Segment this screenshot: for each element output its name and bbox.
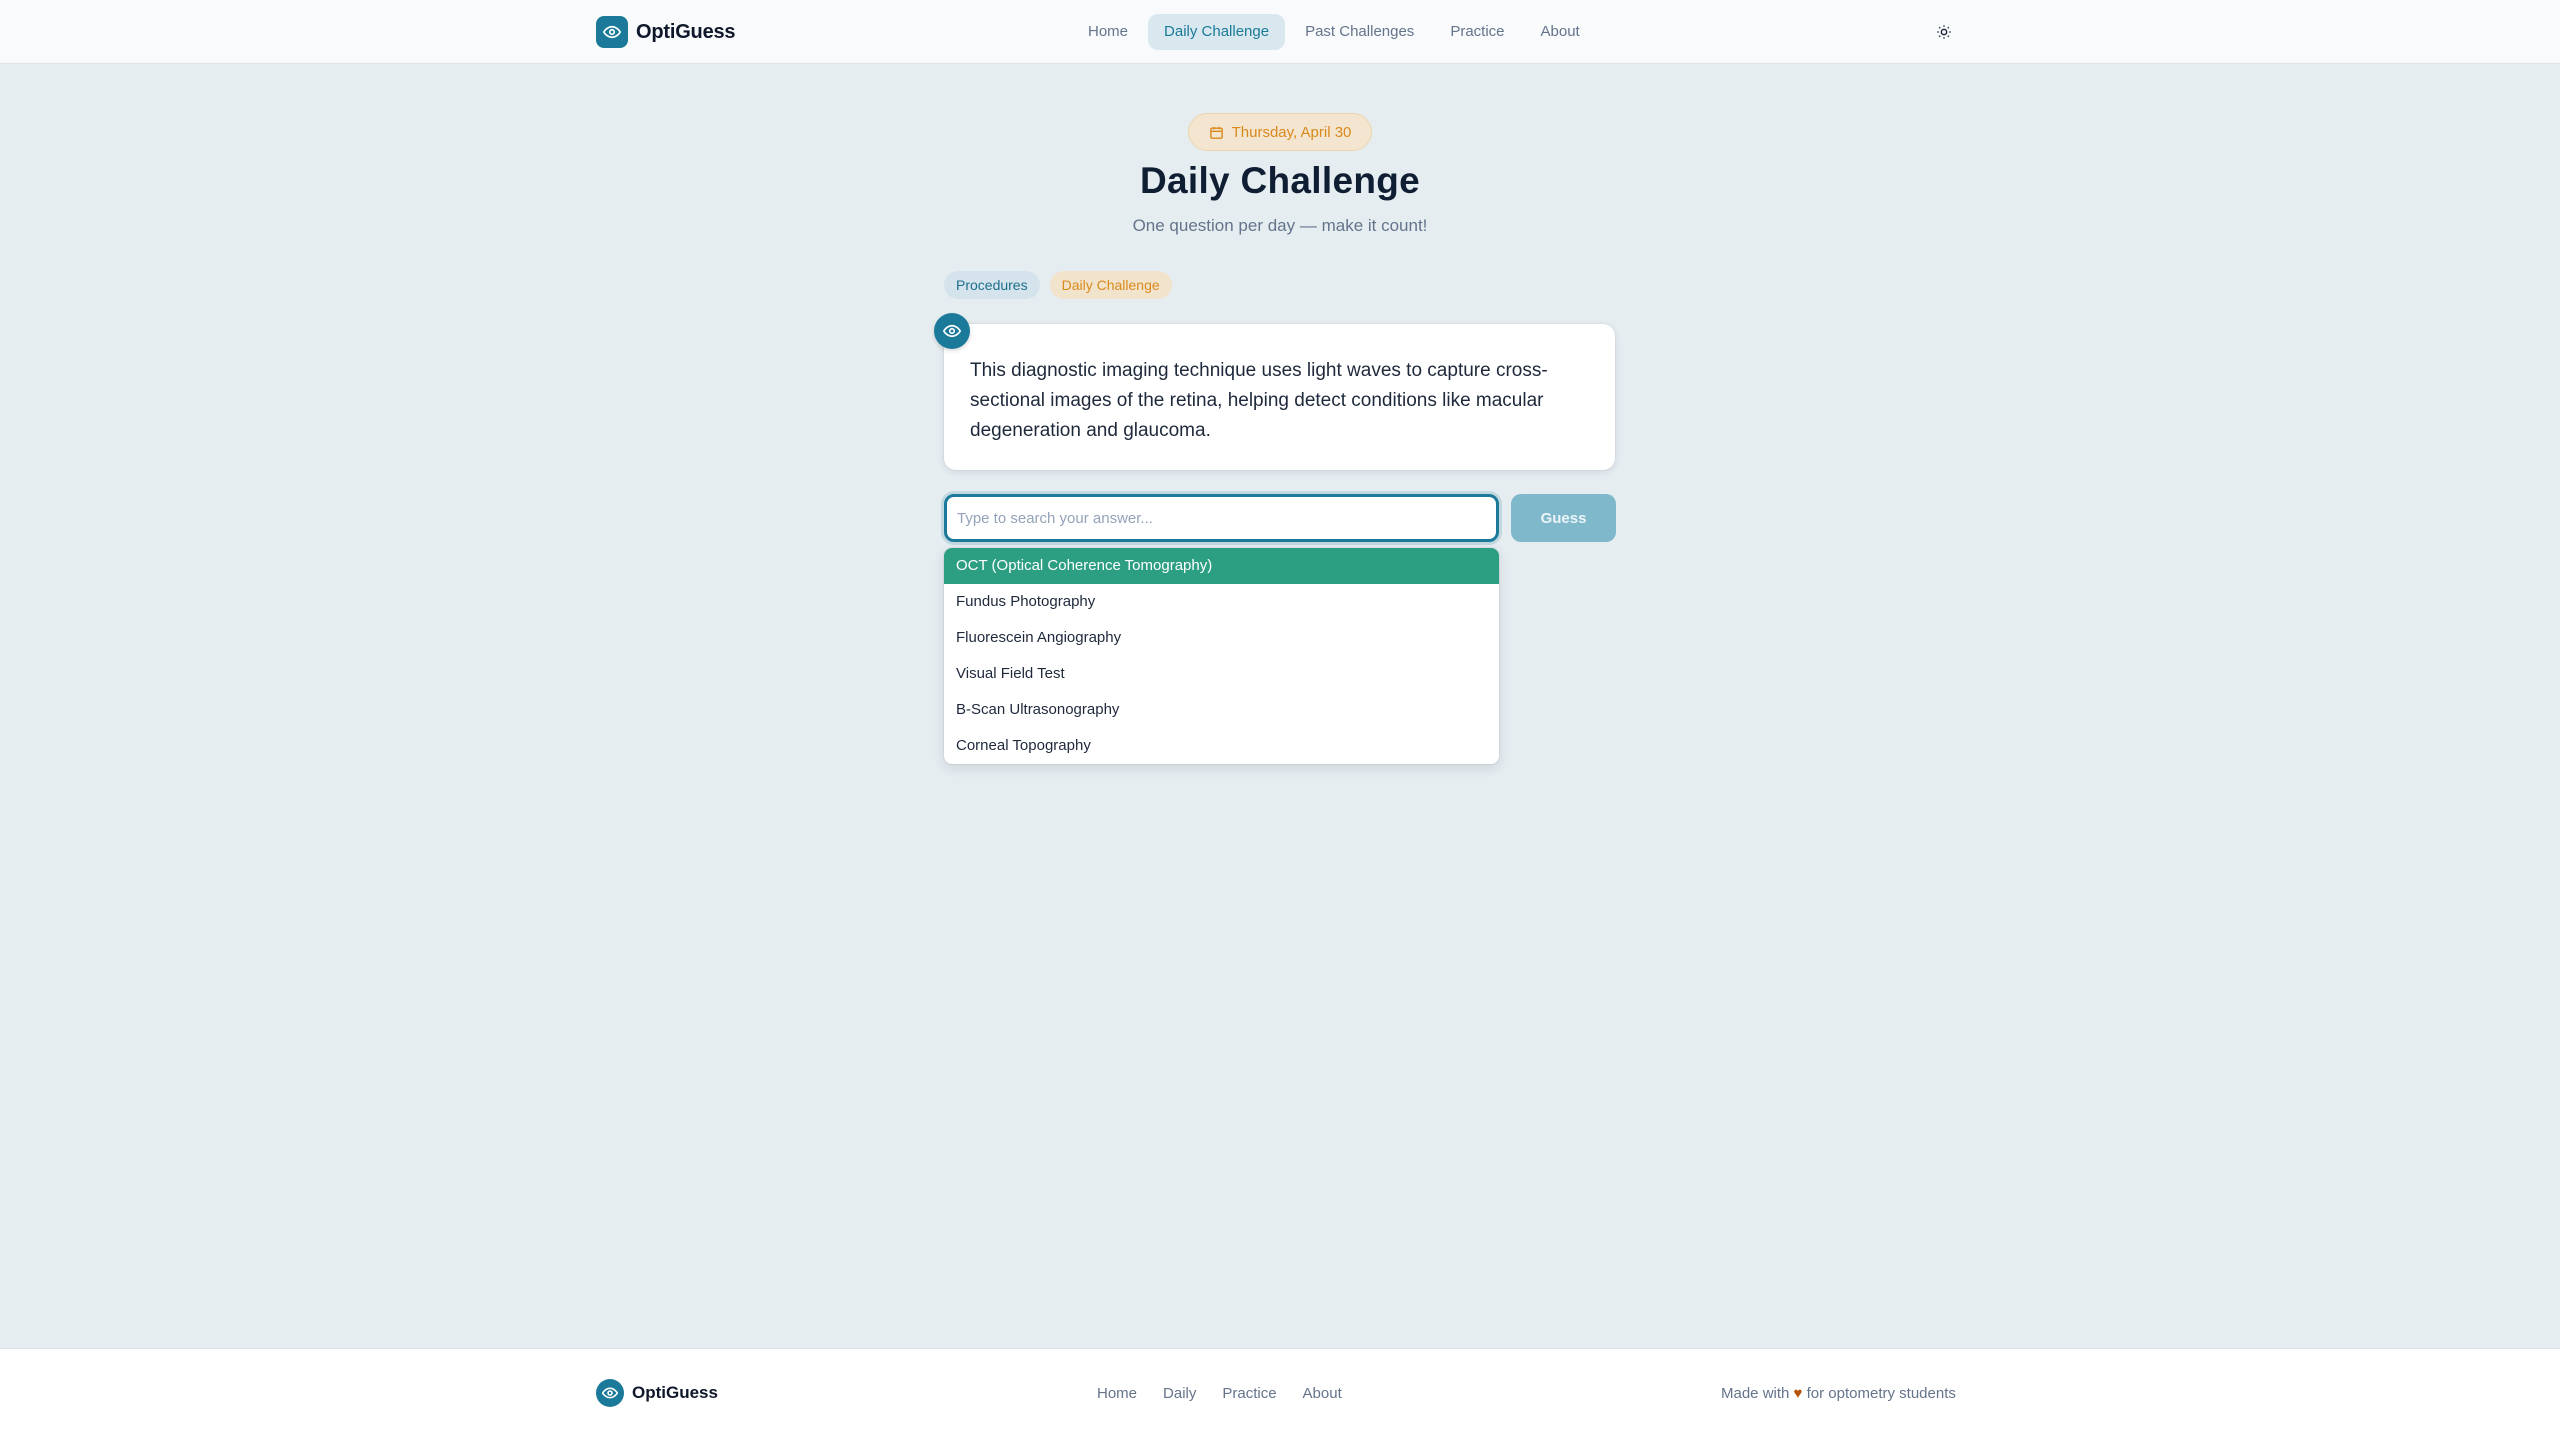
footer: OptiGuess Home Daily Practice About Made… — [0, 1348, 2560, 1440]
footer-brand-name: OptiGuess — [632, 1383, 718, 1402]
answer-suggestions-dropdown: OCT (Optical Coherence Tomography) Fundu… — [944, 548, 1499, 764]
footer-brand[interactable]: OptiGuess — [596, 1379, 718, 1407]
nav-practice[interactable]: Practice — [1434, 14, 1520, 50]
question-card: This diagnostic imaging technique uses l… — [944, 324, 1615, 470]
footer-link-home[interactable]: Home — [1097, 1385, 1137, 1402]
page-title: Daily Challenge — [1139, 160, 1421, 201]
footer-nav: Home Daily Practice About — [1097, 1385, 1342, 1402]
guess-button[interactable]: Guess — [1511, 494, 1616, 542]
suggestion-option[interactable]: B-Scan Ultrasonography — [944, 692, 1499, 728]
suggestion-option[interactable]: Fundus Photography — [944, 584, 1499, 620]
question-text: This diagnostic imaging technique uses l… — [970, 360, 1548, 441]
suggestion-option[interactable]: Visual Field Test — [944, 656, 1499, 692]
suggestion-option[interactable]: Fluorescein Angiography — [944, 620, 1499, 656]
challenge-type-tag: Daily Challenge — [1049, 271, 1172, 299]
answer-search-input[interactable] — [944, 494, 1499, 542]
footer-credit: Made with ♥ for optometry students — [1721, 1385, 1956, 1402]
nav-past-challenges[interactable]: Past Challenges — [1289, 14, 1430, 50]
brand-logo-link[interactable]: OptiGuess — [596, 16, 736, 48]
credit-suffix: for optometry students — [1806, 1385, 1956, 1402]
credit-prefix: Made with — [1721, 1385, 1790, 1402]
eye-icon — [596, 1379, 624, 1407]
calendar-icon — [1209, 126, 1223, 139]
eye-icon — [596, 16, 628, 48]
footer-link-practice[interactable]: Practice — [1222, 1385, 1276, 1402]
footer-link-about[interactable]: About — [1303, 1385, 1342, 1402]
nav-about[interactable]: About — [1525, 14, 1596, 50]
nav-daily-challenge[interactable]: Daily Challenge — [1148, 14, 1286, 50]
top-navbar: OptiGuess Home Daily Challenge Past Chal… — [0, 0, 2560, 64]
footer-link-daily[interactable]: Daily — [1163, 1385, 1196, 1402]
sun-icon — [1937, 25, 1951, 39]
brand-name: OptiGuess — [636, 20, 736, 43]
eye-icon — [934, 313, 970, 349]
date-badge: Thursday, April 30 — [1188, 113, 1372, 151]
nav-home[interactable]: Home — [1072, 14, 1144, 50]
topic-tag: Procedures — [944, 271, 1040, 299]
question-tags: Procedures Daily Challenge — [944, 271, 1172, 299]
page-subtitle: One question per day — make it count! — [1132, 216, 1428, 235]
main-nav: Home Daily Challenge Past Challenges Pra… — [1072, 14, 1596, 50]
date-text: Thursday, April 30 — [1231, 123, 1352, 141]
theme-toggle-button[interactable] — [1928, 16, 1960, 48]
heart-icon: ♥ — [1793, 1385, 1803, 1402]
suggestion-option[interactable]: Corneal Topography — [944, 728, 1499, 764]
suggestion-option[interactable]: OCT (Optical Coherence Tomography) — [944, 548, 1499, 584]
